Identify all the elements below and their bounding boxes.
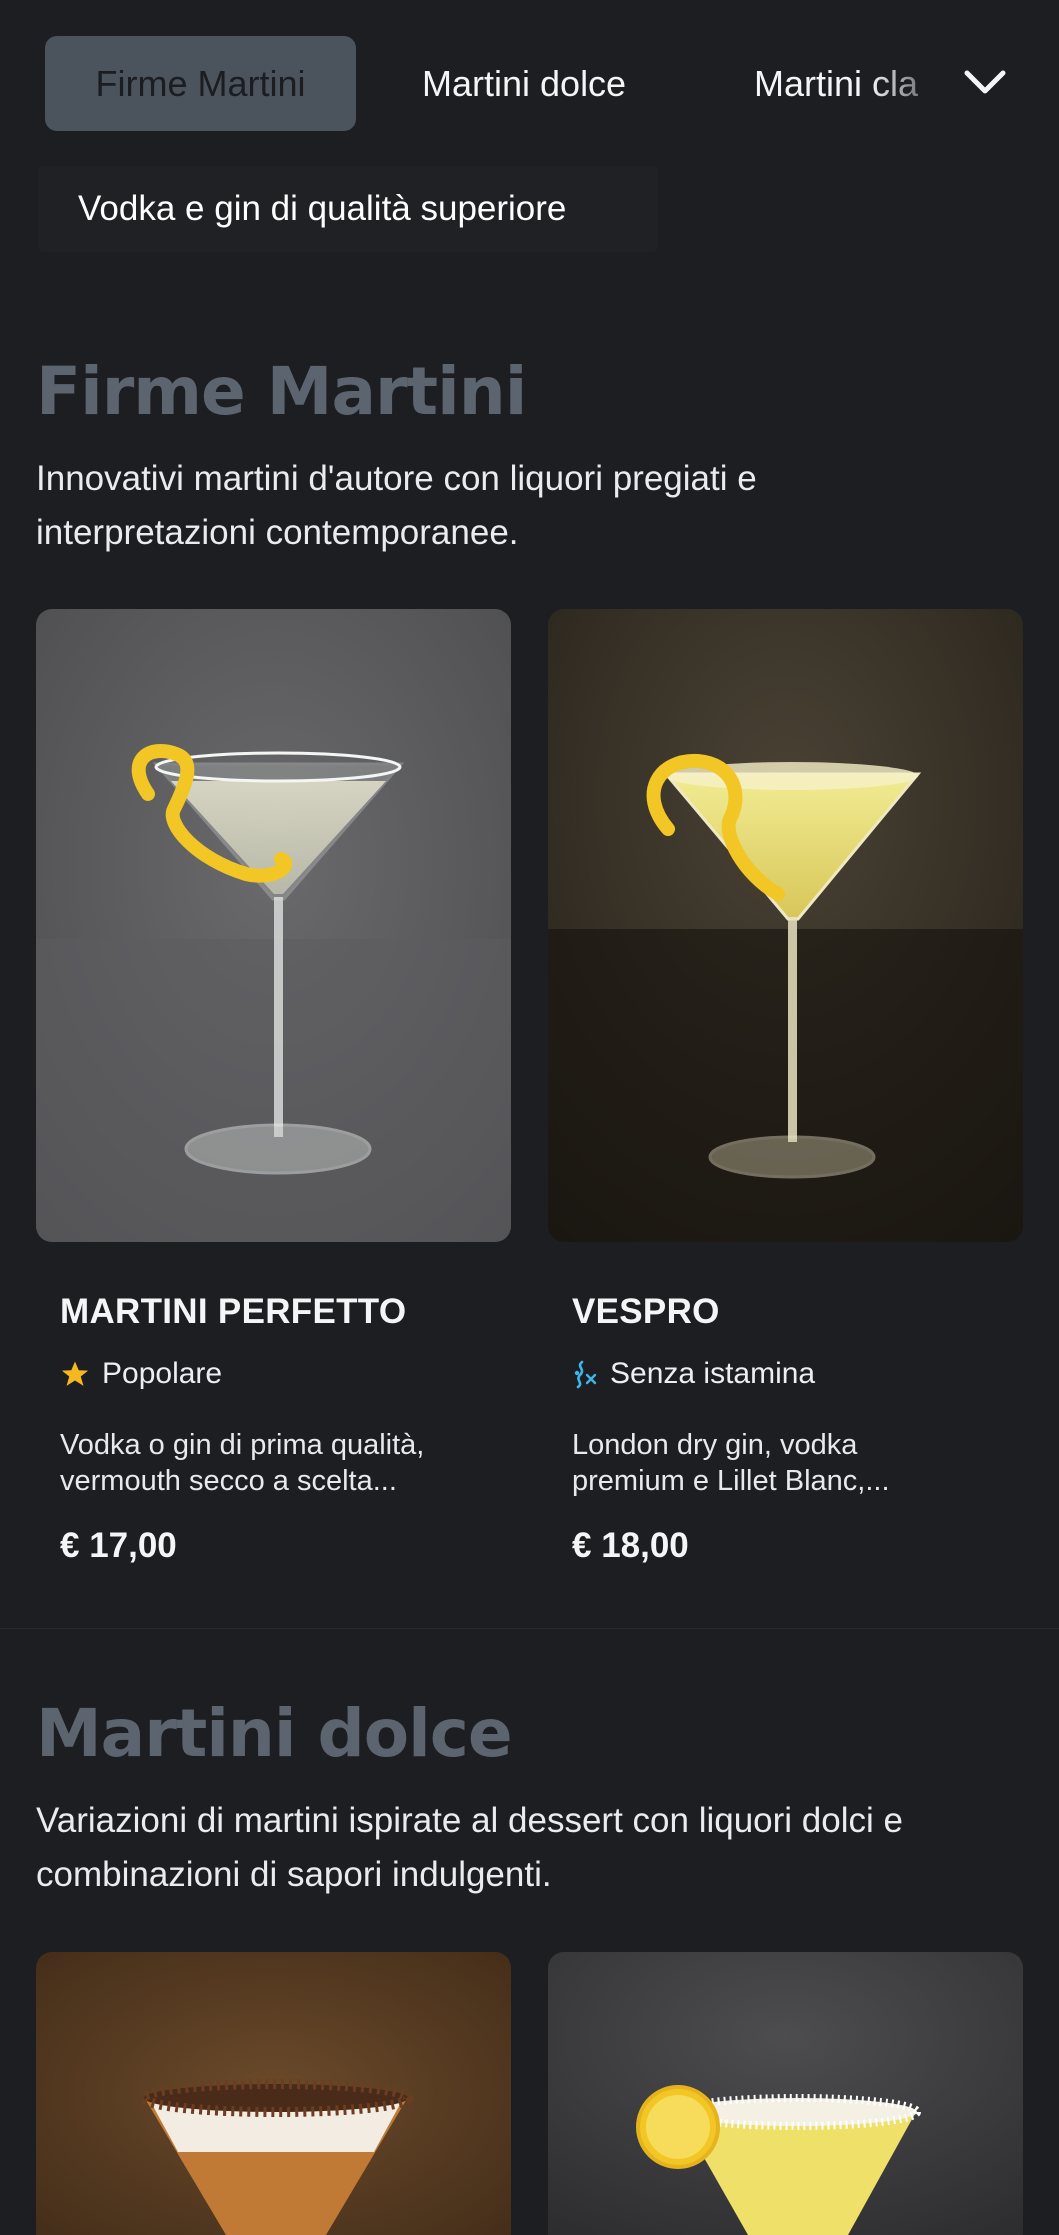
description-line: premium e Lillet Blanc,... xyxy=(572,1465,890,1497)
martini-perfetto-description: Vodka o gin di prima qualità, vermouth s… xyxy=(60,1427,480,1499)
description-line: Vodka o gin di prima qualità, xyxy=(60,1429,425,1461)
tab-firme-martini[interactable]: Firme Martini xyxy=(45,36,356,131)
section-description-line: Innovativi martini d'autore con liquori … xyxy=(36,459,757,498)
martini-perfetto-name[interactable]: MARTINI PERFETTO xyxy=(60,1292,406,1332)
section-title-martini-dolce: Martini dolce xyxy=(36,1695,513,1772)
tabs-fade-overlay xyxy=(870,36,970,131)
espresso-martini-image[interactable] xyxy=(36,1952,511,2235)
section-description: Variazioni di martini ispirate al desser… xyxy=(36,1794,1026,1902)
martini-perfetto-price: € 17,00 xyxy=(60,1526,177,1565)
chevron-down-icon[interactable] xyxy=(960,60,1010,106)
vespro-image[interactable] xyxy=(548,609,1023,1242)
section-divider xyxy=(0,1628,1059,1629)
histamine-free-icon xyxy=(574,1360,597,1389)
histamine-free-badge-label: Senza istamina xyxy=(610,1357,816,1390)
section-description-line: Variazioni di martini ispirate al desser… xyxy=(36,1801,903,1840)
category-tabs: Firme Martini Martini dolce Martini cla xyxy=(0,0,1059,168)
histamine-free-badge: Senza istamina xyxy=(572,1354,815,1394)
lemon-drop-martini-image[interactable] xyxy=(548,1952,1023,2235)
vespro-name[interactable]: VESPRO xyxy=(572,1292,720,1332)
description-line: vermouth secco a scelta... xyxy=(60,1465,397,1497)
tab-martini-dolce[interactable]: Martini dolce xyxy=(422,36,626,131)
section-description-line: interpretazioni contemporanee. xyxy=(36,513,519,552)
section-description-line: combinazioni di sapori indulgenti. xyxy=(36,1855,552,1894)
subtab-vodka-gin[interactable]: Vodka e gin di qualità superiore xyxy=(38,166,658,252)
popular-badge: Popolare xyxy=(60,1354,222,1394)
popular-badge-label: Popolare xyxy=(102,1357,223,1390)
vespro-price: € 18,00 xyxy=(572,1526,689,1565)
section-title-firme-martini: Firme Martini xyxy=(36,353,527,430)
martini-perfetto-image[interactable] xyxy=(36,609,511,1242)
section-description: Innovativi martini d'autore con liquori … xyxy=(36,452,1026,560)
vespro-description: London dry gin, vodka premium e Lillet B… xyxy=(572,1427,992,1499)
description-line: London dry gin, vodka xyxy=(572,1429,858,1461)
star-icon xyxy=(61,1361,89,1386)
